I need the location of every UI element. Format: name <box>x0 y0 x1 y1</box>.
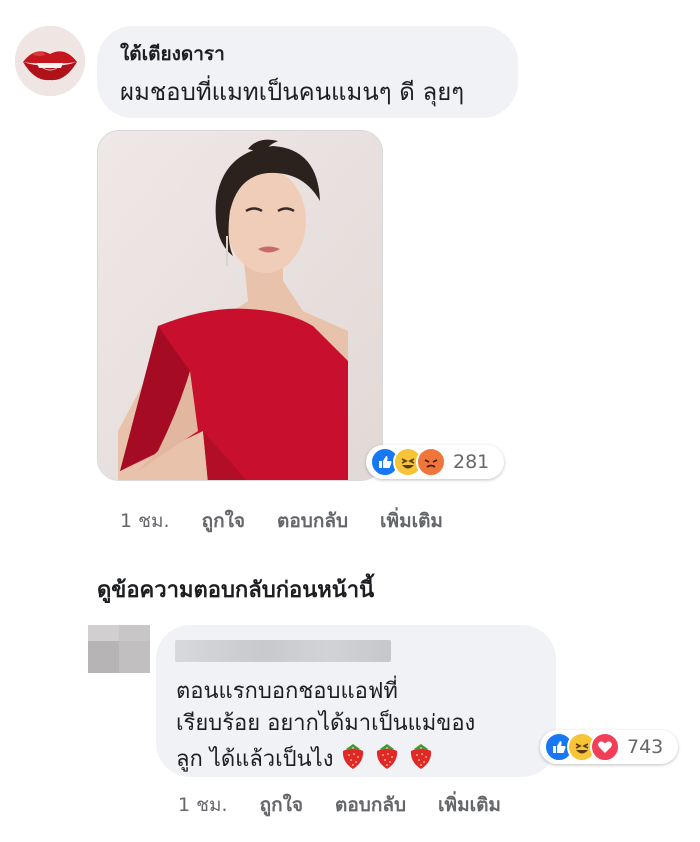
reply-actions: 1 ชม. ถูกใจ ตอบกลับ เพิ่มเติม <box>178 790 533 820</box>
comment-author[interactable]: ใต้เตียงดารา <box>120 39 225 69</box>
reply-text-line: ตอนแรกบอกชอบแอฟที่ <box>176 679 398 704</box>
strawberry-icon <box>338 740 368 780</box>
reaction-count: 743 <box>627 736 664 758</box>
woman-red-dress-photo <box>98 131 382 480</box>
reaction-count: 281 <box>453 451 490 473</box>
comment-actions: 1 ชม. ถูกใจ ตอบกลับ เพิ่มเติม <box>120 506 475 536</box>
reply-text-line: ลูก ได้แล้วเป็นไง <box>176 747 334 772</box>
view-previous-replies-link[interactable]: ดูข้อความตอบกลับก่อนหน้านี้ <box>97 572 374 607</box>
lips-avatar-image <box>15 26 85 96</box>
love-icon <box>590 732 620 762</box>
reply-timestamp[interactable]: 1 ชม. <box>178 790 228 820</box>
commenter-avatar[interactable] <box>15 26 85 96</box>
reply-button[interactable]: ตอบกลับ <box>277 506 348 536</box>
comment-timestamp[interactable]: 1 ชม. <box>120 506 170 536</box>
reply-button[interactable]: ตอบกลับ <box>335 790 406 820</box>
strawberry-icon <box>372 740 402 780</box>
more-button[interactable]: เพิ่มเติม <box>380 506 443 536</box>
reply-author-blurred[interactable] <box>175 640 391 662</box>
comment-text: ผมชอบที่แมทเป็นคนแมนๆ ดี ลุยๆ <box>120 78 465 106</box>
like-button[interactable]: ถูกใจ <box>202 506 245 536</box>
angry-icon <box>416 447 446 477</box>
more-button[interactable]: เพิ่มเติม <box>438 790 501 820</box>
strawberry-icon <box>406 740 436 780</box>
reply-reactions[interactable]: 743 <box>540 730 678 764</box>
comment-reactions[interactable]: 281 <box>366 445 504 479</box>
reply-text-line: เรียบร้อย อยากได้มาเป็นแม่ของ <box>176 711 476 736</box>
reply-avatar-blurred[interactable] <box>88 625 150 673</box>
pixelated-avatar-image <box>88 625 150 673</box>
like-button[interactable]: ถูกใจ <box>260 790 303 820</box>
reply-text: ตอนแรกบอกชอบแอฟที่ เรียบร้อย อยากได้มาเป… <box>176 676 548 780</box>
reply-text-line-last: ลูก ได้แล้วเป็นไง <box>176 740 548 780</box>
comment-photo[interactable] <box>97 130 383 481</box>
